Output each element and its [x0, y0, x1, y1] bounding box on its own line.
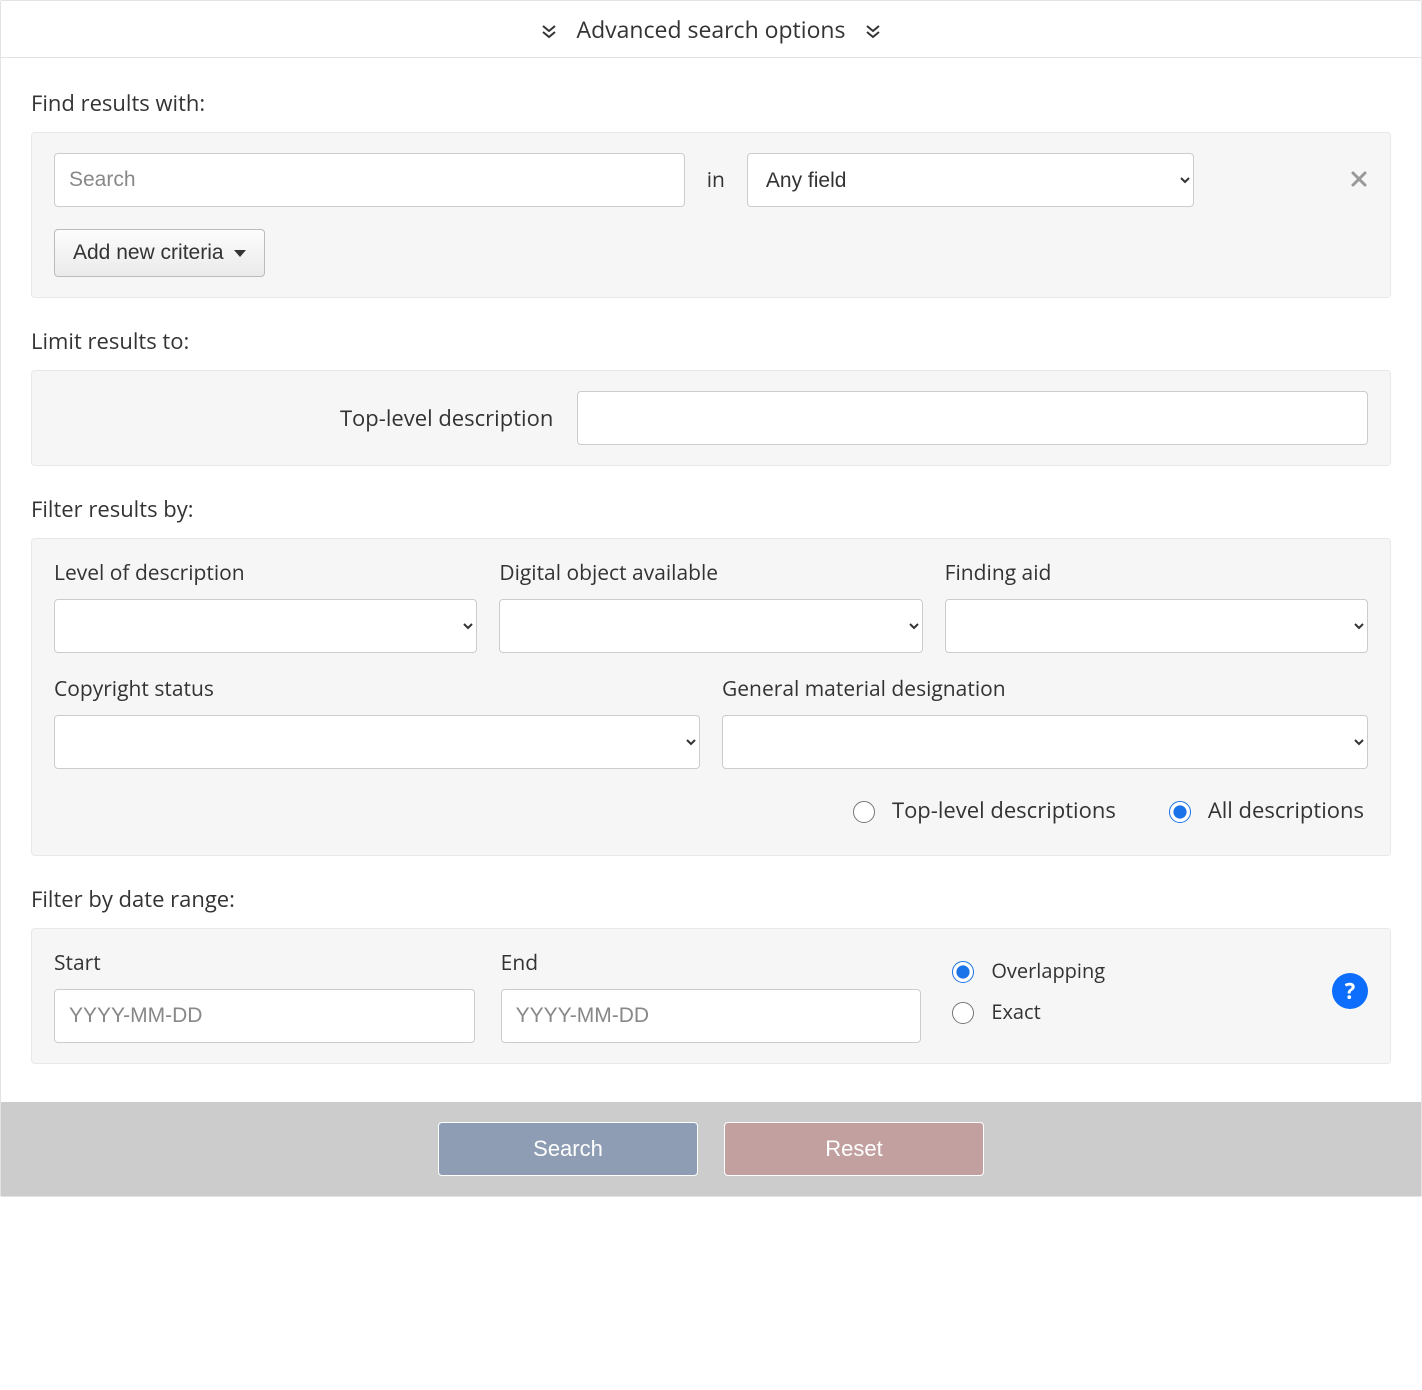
date-mode-overlapping-option[interactable]: Overlapping	[947, 957, 1105, 984]
date-mode-overlapping-label: Overlapping	[991, 957, 1105, 984]
limit-results-label: Limit results to:	[31, 326, 1391, 356]
find-results-label: Find results with:	[31, 88, 1391, 118]
general-material-designation-select[interactable]	[722, 715, 1368, 769]
chevron-double-down-icon	[865, 24, 881, 40]
top-level-description-input[interactable]	[577, 391, 1368, 445]
add-criteria-button[interactable]: Add new criteria	[54, 229, 265, 277]
copyright-status-select[interactable]	[54, 715, 700, 769]
date-mode-exact-label: Exact	[991, 998, 1040, 1025]
in-label: in	[707, 166, 725, 194]
add-criteria-label: Add new criteria	[73, 241, 224, 265]
digital-object-available-label: Digital object available	[499, 559, 922, 587]
level-of-description-select[interactable]	[54, 599, 477, 653]
end-date-label: End	[501, 949, 922, 977]
find-results-well: in Any field Add new criteria	[31, 132, 1391, 298]
advanced-search-panel: Advanced search options Find results wit…	[0, 0, 1422, 1197]
criteria-row: in Any field	[54, 153, 1368, 207]
finding-aid-select[interactable]	[945, 599, 1368, 653]
scope-all-option[interactable]: All descriptions	[1164, 795, 1364, 825]
filter-results-label: Filter results by:	[31, 494, 1391, 524]
start-date-label: Start	[54, 949, 475, 977]
panel-footer: Search Reset	[1, 1102, 1421, 1196]
reset-button[interactable]: Reset	[724, 1122, 984, 1176]
date-mode-overlapping-radio[interactable]	[952, 961, 974, 983]
caret-down-icon	[234, 250, 246, 257]
date-range-label: Filter by date range:	[31, 884, 1391, 914]
general-material-designation-label: General material designation	[722, 675, 1368, 703]
search-input[interactable]	[54, 153, 685, 207]
search-button[interactable]: Search	[438, 1122, 698, 1176]
scope-top-level-label: Top-level descriptions	[892, 795, 1116, 825]
top-level-description-label: Top-level description	[54, 403, 553, 433]
level-of-description-label: Level of description	[54, 559, 477, 587]
date-range-well: Start End Overlapping Ex	[31, 928, 1391, 1064]
help-icon[interactable]: ?	[1332, 973, 1368, 1009]
digital-object-available-select[interactable]	[499, 599, 922, 653]
scope-top-level-radio[interactable]	[853, 801, 875, 823]
field-select[interactable]: Any field	[747, 153, 1194, 207]
delete-criteria-icon[interactable]	[1350, 165, 1368, 195]
date-mode-exact-option[interactable]: Exact	[947, 998, 1105, 1025]
start-date-input[interactable]	[54, 989, 475, 1043]
chevron-double-down-icon	[541, 24, 557, 40]
scope-all-radio[interactable]	[1169, 801, 1191, 823]
panel-title: Advanced search options	[577, 13, 846, 45]
limit-results-well: Top-level description	[31, 370, 1391, 466]
scope-top-level-option[interactable]: Top-level descriptions	[848, 795, 1116, 825]
end-date-input[interactable]	[501, 989, 922, 1043]
date-mode-exact-radio[interactable]	[952, 1002, 974, 1024]
finding-aid-label: Finding aid	[945, 559, 1368, 587]
filter-results-well: Level of description Digital object avai…	[31, 538, 1391, 856]
copyright-status-label: Copyright status	[54, 675, 700, 703]
scope-all-label: All descriptions	[1208, 795, 1364, 825]
panel-header[interactable]: Advanced search options	[1, 1, 1421, 58]
